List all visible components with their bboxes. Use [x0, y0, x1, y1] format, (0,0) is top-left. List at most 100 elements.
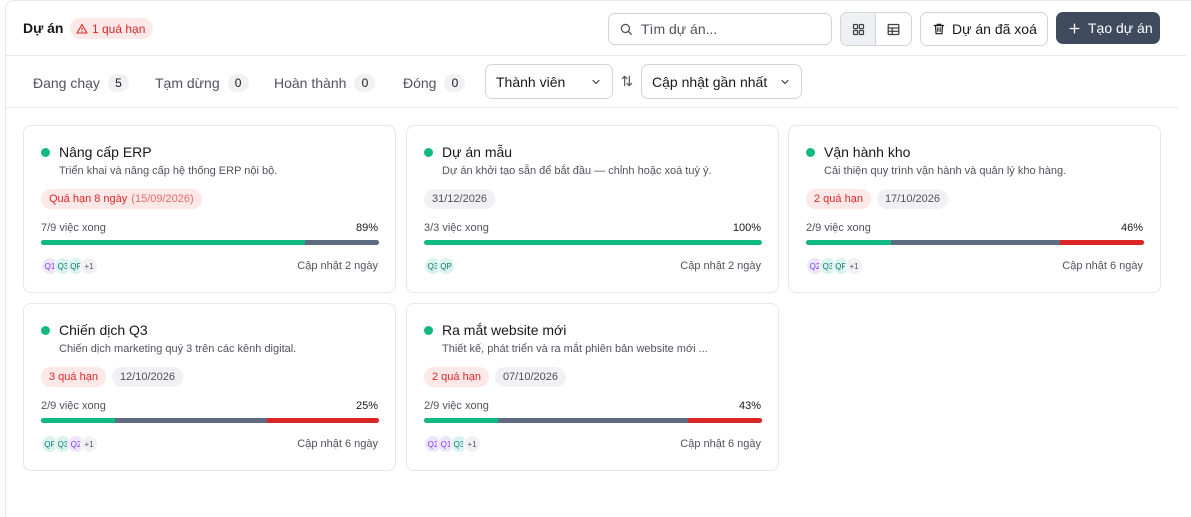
- chip-text: Quá hạn 8 ngày: [49, 193, 128, 205]
- chip-text: 3 quá hạn: [49, 371, 98, 383]
- status-dot: [41, 148, 50, 157]
- progress-pending-segment: [115, 418, 268, 423]
- more-members-badge: +1: [845, 257, 863, 275]
- status-dot: [806, 148, 815, 157]
- search-icon: [620, 23, 632, 35]
- tab-label: Đóng: [403, 75, 437, 91]
- grid-icon: [852, 23, 864, 35]
- project-chips: 3 quá hạn 12/10/2026: [41, 367, 183, 387]
- project-card[interactable]: Chiến dịch Q3 Chiến dịch marketing quý 3 …: [23, 303, 396, 471]
- filter-bar: Đang chạy 5 Tạm dừng 0 Hoàn thành 0 Đóng…: [6, 56, 1178, 108]
- member-select[interactable]: Thành viên: [485, 64, 613, 99]
- tab-count: 0: [227, 74, 249, 92]
- tab-closed[interactable]: Đóng 0: [403, 74, 466, 92]
- deleted-projects-button[interactable]: Dự án đã xoá: [920, 12, 1048, 46]
- status-dot: [424, 148, 433, 157]
- progress-percent: 46%: [1120, 222, 1143, 234]
- tasks-done-text: 7/9 việc xong: [41, 222, 106, 234]
- progress-pending-segment: [304, 240, 379, 245]
- project-card[interactable]: Nâng cấp ERP Triển khai và nâng cấp hệ th…: [23, 125, 396, 293]
- view-toggle: [840, 12, 912, 46]
- create-project-label: Tạo dự án: [1088, 20, 1153, 36]
- chip-text: 31/12/2026: [432, 193, 488, 205]
- table-icon: [887, 23, 900, 35]
- member-avatars: Q1 Q3 QP +1: [41, 257, 98, 275]
- project-name[interactable]: Vận hành kho: [824, 144, 910, 160]
- sort-select[interactable]: Cập nhật gần nhất: [641, 64, 802, 99]
- project-name[interactable]: Ra mắt website mới: [442, 322, 566, 338]
- progress-done-segment: [41, 418, 116, 423]
- search-box[interactable]: [608, 13, 832, 45]
- due-date-chip: 31/12/2026: [424, 189, 496, 209]
- progress-percent: 25%: [355, 400, 378, 412]
- overdue-chip: 3 quá hạn: [41, 367, 106, 387]
- progress-pending-segment: [498, 418, 688, 423]
- progress-done-segment: [806, 240, 891, 245]
- deleted-projects-label: Dự án đã xoá: [952, 21, 1037, 37]
- project-chips: Quá hạn 8 ngày (15/09/2026): [41, 189, 202, 209]
- overdue-chip: 2 quá hạn: [806, 189, 871, 209]
- project-name[interactable]: Chiến dịch Q3: [59, 322, 148, 338]
- chevron-down-icon: [592, 79, 600, 84]
- tasks-done-text: 2/9 việc xong: [806, 222, 871, 234]
- updated-text: Cập nhật 6 ngày: [680, 438, 761, 450]
- create-project-button[interactable]: Tạo dự án: [1056, 12, 1160, 44]
- project-description: Thiết kế, phát triển và ra mắt phiên bản…: [442, 343, 708, 355]
- warning-icon: [76, 23, 88, 34]
- member-avatars: Q2 Q3 QP +1: [806, 257, 863, 275]
- progress-bar: [424, 418, 762, 423]
- overdue-chip: Quá hạn 8 ngày (15/09/2026): [41, 189, 202, 209]
- chip-text: 2 quá hạn: [432, 371, 481, 383]
- project-card[interactable]: Dự án mẫu Dự án khởi tạo sẵn để bắt đầu —…: [406, 125, 779, 293]
- project-name[interactable]: Nâng cấp ERP: [59, 144, 152, 160]
- progress-bar: [424, 240, 762, 245]
- search-input[interactable]: [641, 21, 821, 37]
- member-select-value: Thành viên: [496, 73, 566, 90]
- page-header: Dự án 1 quá hạn Dự án đã xoá Tạo dự án: [6, 1, 1186, 56]
- tab-label: Hoàn thành: [274, 75, 347, 91]
- progress-percent: 100%: [732, 222, 761, 234]
- project-description: Cải thiện quy trình vận hành và quản lý …: [824, 165, 1067, 177]
- progress-overdue-segment: [267, 418, 379, 423]
- updated-text: Cập nhật 6 ngày: [297, 438, 378, 450]
- overdue-badge[interactable]: 1 quá hạn: [70, 18, 154, 39]
- page-title: Dự án: [23, 20, 64, 36]
- chevron-down-icon: [781, 79, 789, 84]
- progress-done-segment: [41, 240, 305, 245]
- due-date-chip: 07/10/2026: [494, 367, 566, 387]
- tasks-done-text: 2/9 việc xong: [424, 400, 489, 412]
- due-date-chip: 12/10/2026: [111, 367, 183, 387]
- tab-count: 5: [107, 74, 129, 92]
- overdue-badge-label: 1 quá hạn: [92, 21, 146, 36]
- chip-text: 12/10/2026: [119, 371, 175, 383]
- updated-text: Cập nhật 2 ngày: [680, 260, 761, 272]
- project-chips: 31/12/2026: [424, 189, 496, 209]
- progress-overdue-segment: [1059, 240, 1144, 245]
- table-view-button[interactable]: [876, 13, 911, 45]
- tab-paused[interactable]: Tạm dừng 0: [155, 74, 249, 92]
- project-description: Dự án khởi tạo sẵn để bắt đầu — chỉnh ho…: [442, 165, 712, 177]
- avatar: QP: [437, 257, 455, 275]
- project-name[interactable]: Dự án mẫu: [442, 144, 512, 160]
- tab-completed[interactable]: Hoàn thành 0: [274, 74, 376, 92]
- project-card[interactable]: Vận hành kho Cải thiện quy trình vận hành…: [788, 125, 1161, 293]
- progress-bar: [41, 240, 379, 245]
- grid-view-button[interactable]: [841, 13, 877, 45]
- tasks-done-text: 2/9 việc xong: [41, 400, 106, 412]
- sort-icon[interactable]: [620, 74, 634, 88]
- tab-count: 0: [354, 74, 376, 92]
- progress-bar: [806, 240, 1144, 245]
- project-card[interactable]: Ra mắt website mới Thiết kế, phát triển v…: [406, 303, 779, 471]
- more-members-badge: +1: [80, 257, 98, 275]
- tab-label: Đang chạy: [33, 75, 100, 91]
- chip-text: 2 quá hạn: [814, 193, 863, 205]
- progress-percent: 43%: [738, 400, 761, 412]
- due-date-chip: 17/10/2026: [876, 189, 948, 209]
- tab-running[interactable]: Đang chạy 5: [33, 74, 129, 92]
- chip-text: 07/10/2026: [502, 371, 558, 383]
- tasks-done-text: 3/3 việc xong: [424, 222, 489, 234]
- status-dot: [424, 326, 433, 335]
- updated-text: Cập nhật 6 ngày: [1062, 260, 1143, 272]
- overdue-chip: 2 quá hạn: [424, 367, 489, 387]
- tab-count: 0: [444, 74, 466, 92]
